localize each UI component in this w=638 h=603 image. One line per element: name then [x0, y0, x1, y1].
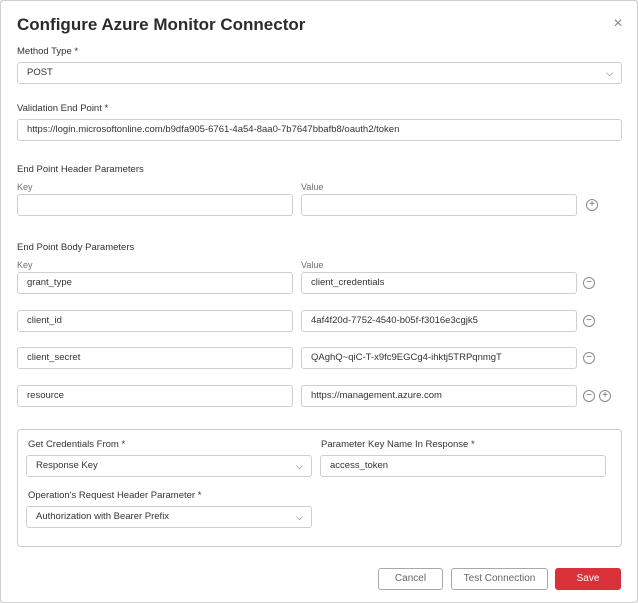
header-key-label: Key: [17, 182, 33, 192]
credentials-panel: Get Credentials From * Response Key ⌵ Pa…: [17, 429, 622, 547]
header-value-label: Value: [301, 182, 324, 192]
body-value-label: Value: [301, 260, 324, 270]
body-value-input[interactable]: 4af4f20d-7752-4540-b05f-f3016e3cgjk5: [301, 310, 577, 332]
method-type-label: Method Type *: [17, 46, 79, 57]
body-key-input[interactable]: client_secret: [17, 347, 293, 369]
close-icon[interactable]: ×: [609, 15, 627, 33]
header-value-input[interactable]: [301, 194, 577, 216]
test-connection-button[interactable]: Test Connection: [451, 568, 548, 590]
body-value-input[interactable]: https://management.azure.com: [301, 385, 577, 407]
method-type-value: POST: [27, 67, 53, 78]
body-key-label: Key: [17, 260, 33, 270]
credentials-from-value: Response Key: [36, 460, 98, 471]
save-button[interactable]: Save: [555, 568, 621, 590]
header-params-label: End Point Header Parameters: [17, 164, 144, 175]
body-key-input[interactable]: grant_type: [17, 272, 293, 294]
cancel-button[interactable]: Cancel: [378, 568, 443, 590]
body-key-input[interactable]: resource: [17, 385, 293, 407]
validation-endpoint-input[interactable]: https://login.microsoftonline.com/b9dfa9…: [17, 119, 622, 141]
key-name-label: Parameter Key Name In Response *: [321, 439, 475, 450]
remove-body-param-icon[interactable]: −: [583, 315, 595, 327]
header-param-select[interactable]: Authorization with Bearer Prefix ⌵: [26, 506, 312, 528]
credentials-from-label: Get Credentials From *: [28, 439, 126, 450]
method-type-select[interactable]: POST ⌵: [17, 62, 622, 84]
body-params-label: End Point Body Parameters: [17, 242, 135, 253]
key-name-input[interactable]: access_token: [320, 455, 606, 477]
chevron-down-icon: ⌵: [296, 512, 303, 522]
chevron-down-icon: ⌵: [606, 68, 613, 78]
body-key-input[interactable]: client_id: [17, 310, 293, 332]
header-param-label: Operation's Request Header Parameter *: [28, 490, 202, 501]
body-value-input[interactable]: QAghQ~qiC-T-x9fc9EGCg4-ihktj5TRPqnmgT: [301, 347, 577, 369]
add-header-param-icon[interactable]: +: [586, 199, 598, 211]
dialog-title: Configure Azure Monitor Connector: [17, 15, 306, 34]
header-param-value: Authorization with Bearer Prefix: [36, 511, 170, 522]
configure-connector-dialog: Configure Azure Monitor Connector × Meth…: [0, 0, 638, 603]
remove-body-param-icon[interactable]: −: [583, 390, 595, 402]
credentials-from-select[interactable]: Response Key ⌵: [26, 455, 312, 477]
remove-body-param-icon[interactable]: −: [583, 352, 595, 364]
add-body-param-icon[interactable]: +: [599, 390, 611, 402]
validation-endpoint-label: Validation End Point *: [17, 103, 109, 114]
remove-body-param-icon[interactable]: −: [583, 277, 595, 289]
chevron-down-icon: ⌵: [296, 461, 303, 471]
body-value-input[interactable]: client_credentials: [301, 272, 577, 294]
header-key-input[interactable]: [17, 194, 293, 216]
